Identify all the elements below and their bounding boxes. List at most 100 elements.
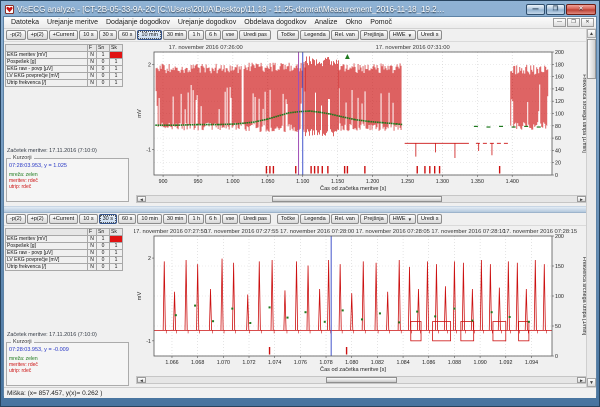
button-vse[interactable]: vse (222, 30, 239, 40)
minimize-button[interactable]: — (526, 4, 545, 15)
horizontal-scrollbar-thumb[interactable] (272, 196, 443, 202)
button-30-s[interactable]: 30 s (99, 30, 117, 40)
scroll-right-icon[interactable]: ► (577, 377, 586, 383)
signal-value: 0 (97, 264, 110, 271)
table-row[interactable]: LV EKG povprečje [mV]N01 (6, 257, 123, 264)
client-area: DatotekaUrejanje meritveDodajanje dogodk… (3, 16, 597, 396)
button-rel-van[interactable]: Rel. van (331, 214, 359, 224)
button-p-2[interactable]: +p(2) (27, 214, 48, 224)
svg-text:1.070: 1.070 (217, 360, 230, 366)
button-60-s[interactable]: 60 s (118, 214, 136, 224)
table-row[interactable]: EKG meritev [mV]N1 (6, 236, 123, 243)
svg-text:Čas od začetka meritve [s]: Čas od začetka meritve [s] (320, 185, 386, 192)
button-to-ke[interactable]: Točke (277, 30, 299, 40)
button-60-s[interactable]: 60 s (118, 30, 136, 40)
signal-value: 1 (110, 80, 123, 87)
scroll-up-icon[interactable]: ▲ (587, 29, 596, 38)
menu-dodajanje-dogodkov[interactable]: Dodajanje dogodkov (102, 19, 174, 26)
button-uredi-s[interactable]: Uredi s (417, 214, 442, 224)
button-1-h[interactable]: 1 h (188, 214, 204, 224)
menubar: DatotekaUrejanje meritveDodajanje dogodk… (4, 17, 596, 29)
vertical-scrollbar[interactable]: ▲ ▼ (586, 29, 596, 387)
button-10-min[interactable]: 10 min (137, 30, 162, 40)
button-p-2[interactable]: -p(2) (6, 30, 26, 40)
menu-pomo[interactable]: Pomoč (366, 19, 396, 26)
mdi-minimize-button[interactable]: — (553, 18, 566, 27)
window-title: VisECG analyze - [CT-2B-05-33-9A-2C [C:\… (17, 5, 447, 14)
panel-detail: -p(2)+p(2)+Current10 s30 s60 s10 min30 m… (4, 213, 589, 387)
horizontal-scrollbar-0[interactable]: ◄► (136, 195, 587, 203)
table-row[interactable]: Pospešek [g]N01 (6, 59, 123, 66)
toolbar-1: -p(2)+p(2)+Current10 s30 s60 s10 min30 m… (4, 213, 589, 226)
signal-value: 0 (97, 80, 110, 87)
button-prej-nja[interactable]: Prejšnja (360, 30, 388, 40)
titlebar[interactable]: VisECG analyze - [CT-2B-05-33-9A-2C [C:\… (3, 2, 597, 16)
signal-color-flag (110, 236, 123, 243)
signal-label: EKG raw - povp [µV] (6, 250, 88, 257)
button-1-h[interactable]: 1 h (188, 30, 204, 40)
table-row[interactable]: EKG meritev [mV]N1 (6, 52, 123, 59)
restore-button[interactable]: ❐ (546, 4, 565, 15)
menu-okno[interactable]: Okno (341, 19, 366, 26)
horizontal-scrollbar-thumb[interactable] (326, 377, 398, 383)
button-to-ke[interactable]: Točke (277, 214, 299, 224)
button-vse[interactable]: vse (222, 214, 239, 224)
signal-label: Utrip frekvenca [/] (6, 264, 88, 271)
signal-chart-1[interactable]: 17. november 2016 07:27:5017. november 2… (134, 226, 588, 376)
signal-chart-0[interactable]: 17. november 2016 07:26:0017. november 2… (134, 42, 588, 195)
svg-text:17. november 2016 07:28:15: 17. november 2016 07:28:15 (503, 229, 577, 235)
button-30-min[interactable]: 30 min (163, 30, 188, 40)
menu-analize[interactable]: Analize (310, 19, 341, 26)
svg-text:140: 140 (555, 87, 564, 93)
button-legenda[interactable]: Legenda (300, 214, 329, 224)
svg-text:1.400: 1.400 (506, 179, 519, 185)
menu-urejanje-meritve[interactable]: Urejanje meritve (43, 19, 102, 26)
button-p-2[interactable]: -p(2) (6, 214, 26, 224)
button-30-s[interactable]: 30 s (99, 214, 117, 224)
button-current[interactable]: +Current (49, 214, 79, 224)
menu-datoteka[interactable]: Datoteka (7, 19, 43, 26)
button-30-min[interactable]: 30 min (163, 214, 188, 224)
button-6-h[interactable]: 6 h (205, 30, 221, 40)
table-row[interactable]: EKG raw - povp [µV]N01 (6, 66, 123, 73)
svg-text:180: 180 (555, 62, 564, 68)
table-row[interactable]: LV EKG povprečje [mV]N01 (6, 73, 123, 80)
svg-text:17. november 2016 07:27:55: 17. november 2016 07:27:55 (204, 229, 278, 235)
scroll-left-icon[interactable]: ◄ (137, 196, 146, 202)
table-row[interactable]: Utrip frekvenca [/]N01 (6, 80, 123, 87)
button-6-h[interactable]: 6 h (205, 214, 221, 224)
table-row[interactable]: EKG raw - povp [µV]N01 (6, 250, 123, 257)
button-10-s[interactable]: 10 s (79, 30, 97, 40)
signal-value: 0 (97, 59, 110, 66)
mdi-restore-button[interactable]: ❐ (567, 18, 580, 27)
svg-text:1.080: 1.080 (345, 360, 358, 366)
table-row[interactable]: Utrip frekvenca [/]N01 (6, 264, 123, 271)
scroll-left-icon[interactable]: ◄ (137, 377, 146, 383)
scroll-down-icon[interactable]: ▼ (587, 378, 596, 387)
button-10-min[interactable]: 10 min (137, 214, 162, 224)
menu-obdelava-dogodkov[interactable]: Obdelava dogodkov (240, 19, 310, 26)
vertical-scrollbar-thumb[interactable] (587, 39, 596, 79)
dropdown-hwe[interactable]: HWE▼ (389, 30, 416, 40)
button-uredi-s[interactable]: Uredi s (417, 30, 442, 40)
horizontal-scrollbar-1[interactable]: ◄► (136, 376, 587, 384)
panel-splitter[interactable] (4, 206, 589, 213)
button-current[interactable]: +Current (49, 30, 79, 40)
button-rel-van[interactable]: Rel. van (331, 30, 359, 40)
button-uredi-pas[interactable]: Uredi pas (239, 30, 271, 40)
button-p-2[interactable]: +p(2) (27, 30, 48, 40)
mdi-close-button[interactable]: ✕ (581, 18, 594, 27)
button-prej-nja[interactable]: Prejšnja (360, 214, 388, 224)
scroll-right-icon[interactable]: ► (577, 196, 586, 202)
dropdown-hwe[interactable]: HWE▼ (389, 214, 416, 224)
button-legenda[interactable]: Legenda (300, 30, 329, 40)
table-row[interactable]: Pospešek [g]N01 (6, 243, 123, 250)
legend-item: utrip: rdeč (9, 368, 126, 374)
svg-text:1.350: 1.350 (471, 179, 484, 185)
button-uredi-pas[interactable]: Uredi pas (239, 214, 271, 224)
menu-urejanje-dogodkov[interactable]: Urejanje dogodkov (174, 19, 240, 26)
button-10-s[interactable]: 10 s (79, 214, 97, 224)
svg-text:17. november 2016 07:31:00: 17. november 2016 07:31:00 (376, 45, 450, 51)
signal-value: N (88, 52, 97, 59)
close-button[interactable]: ✕ (566, 4, 596, 15)
